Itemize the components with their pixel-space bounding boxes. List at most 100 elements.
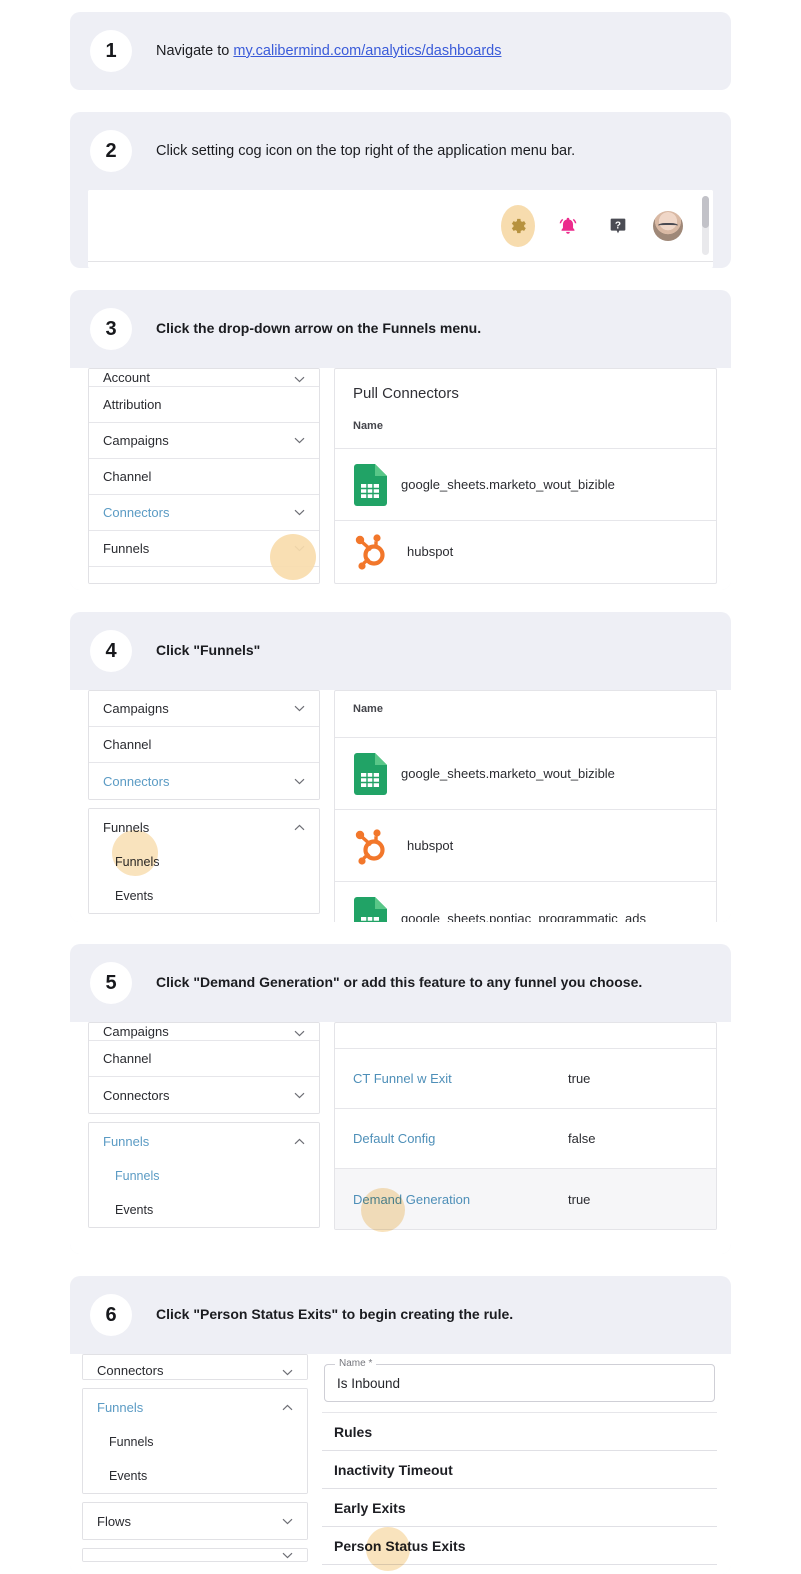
sidebar-subitem-funnels[interactable]: Funnels [89, 1159, 319, 1193]
sidebar-item-connectors[interactable]: Connectors [89, 763, 319, 799]
section-rules[interactable]: Rules [322, 1413, 717, 1451]
connector-row[interactable]: google_sheets.marketo_wout_bizible [335, 738, 716, 810]
step-4-instruction: Click "Funnels" [156, 642, 261, 659]
table-row[interactable]: Demand Generation true [335, 1169, 716, 1229]
panel-title: Pull Connectors [353, 385, 459, 402]
sidebar-item-funnels[interactable]: Funnels [89, 531, 319, 567]
name-field-label: Name * [335, 1358, 377, 1369]
sidebar-subitem-events[interactable]: Events [83, 1459, 307, 1493]
step-4-number: 4 [90, 630, 132, 672]
sidebar-subitem-funnels[interactable]: Funnels [83, 1425, 307, 1459]
sidebar-item-label: Funnels [115, 1169, 160, 1183]
chevron-down-icon [293, 507, 305, 519]
table-row[interactable]: Default Config false [335, 1109, 716, 1169]
sidebar-item-label: Account [103, 370, 150, 385]
chevron-down-icon [281, 1366, 293, 1378]
sidebar-item-label: Funnels [103, 1133, 150, 1149]
sidebar-item-label: Funnels [97, 1399, 144, 1415]
funnel-name-link[interactable]: Demand Generation [353, 1192, 568, 1207]
app-pane: Connectors Funnels Funnels Events Flows … [70, 1354, 731, 1574]
sidebar-item-label: Connectors [103, 773, 170, 789]
sidebar-item-campaigns[interactable]: Campaigns [89, 423, 319, 459]
sidebar-subitem-events[interactable]: Events [89, 1193, 319, 1227]
section-person-status-exits[interactable]: Person Status Exits [322, 1527, 717, 1565]
sidebar-item-account[interactable]: Account [89, 369, 319, 387]
section-early-exits[interactable]: Early Exits [322, 1489, 717, 1527]
settings-sidebar: Campaigns Channel Connectors Funnels Fun… [88, 1022, 320, 1230]
app-pane: Campaigns Channel Connectors Funnels Fun… [70, 690, 731, 922]
sidebar-subitem-funnels[interactable]: Funnels [89, 845, 319, 879]
pull-connectors-panel: Pull Connectors Name google_sheets.marke… [334, 368, 717, 584]
dashboards-link[interactable]: my.calibermind.com/analytics/dashboards [233, 43, 501, 59]
step-card-2: 2 Click setting cog icon on the top righ… [70, 112, 731, 268]
connector-row[interactable]: hubspot [335, 810, 716, 882]
sidebar-item-funnels[interactable]: Funnels [89, 1123, 319, 1159]
chevron-up-icon[interactable] [293, 821, 305, 833]
google-sheets-icon [353, 463, 387, 506]
chevron-down-icon[interactable] [293, 543, 305, 555]
funnel-name-link[interactable]: Default Config [353, 1131, 568, 1146]
user-avatar-button[interactable] [651, 209, 685, 243]
sidebar-item-campaigns[interactable]: Campaigns [89, 1023, 319, 1041]
connector-row[interactable]: hubspot [335, 521, 716, 581]
sidebar-item-partial[interactable] [89, 567, 319, 583]
connector-name: hubspot [407, 838, 454, 853]
step-card-5: 5 Click "Demand Generation" or add this … [70, 944, 731, 1254]
chevron-down-icon [293, 775, 305, 787]
sidebar-item-partial[interactable] [83, 1549, 307, 1561]
sidebar-item-funnels[interactable]: Funnels [83, 1389, 307, 1425]
table-row[interactable]: CT Funnel w Exit true [335, 1049, 716, 1109]
sidebar-item-attribution[interactable]: Attribution [89, 387, 319, 423]
app-menu-bar: ? [88, 190, 713, 262]
step-2-header: 2 Click setting cog icon on the top righ… [70, 112, 731, 190]
funnel-value: false [568, 1131, 596, 1146]
toolbar-icons: ? [501, 204, 685, 247]
sidebar-item-connectors[interactable]: Connectors [89, 495, 319, 531]
vertical-scrollbar[interactable] [702, 196, 709, 255]
sidebar-item-channel[interactable]: Channel [89, 459, 319, 495]
step-card-3: 3 Click the drop-down arrow on the Funne… [70, 290, 731, 590]
sidebar-item-channel[interactable]: Channel [89, 727, 319, 763]
funnel-name-input[interactable]: Name * Is Inbound [324, 1358, 715, 1402]
sidebar-item-funnels[interactable]: Funnels [89, 809, 319, 845]
step-1-number: 1 [90, 30, 132, 72]
chevron-down-icon [293, 703, 305, 715]
sidebar-subitem-events[interactable]: Events [89, 879, 319, 913]
step-2-number: 2 [90, 130, 132, 172]
sidebar-item-channel[interactable]: Channel [89, 1041, 319, 1077]
settings-sidebar: Account Attribution Campaigns Channel Co… [88, 368, 320, 584]
settings-sidebar: Connectors Funnels Funnels Events Flows [82, 1354, 308, 1574]
connector-name: google_sheets.marketo_wout_bizible [401, 766, 615, 781]
step-1-header: 1 Navigate to my.calibermind.com/analyti… [70, 12, 731, 90]
step-5-number: 5 [90, 962, 132, 1004]
help-button[interactable]: ? [601, 209, 635, 243]
section-inactivity-timeout[interactable]: Inactivity Timeout [322, 1451, 717, 1489]
sidebar-item-connectors[interactable]: Connectors [83, 1355, 307, 1379]
sidebar-item-flows[interactable]: Flows [83, 1503, 307, 1539]
chevron-up-icon[interactable] [281, 1401, 293, 1413]
sidebar-item-label: Campaigns [103, 433, 169, 448]
sidebar-item-label: Campaigns [103, 701, 169, 716]
step-card-1: 1 Navigate to my.calibermind.com/analyti… [70, 12, 731, 90]
form-tail-spacer [322, 1565, 717, 1574]
notifications-button[interactable] [551, 209, 585, 243]
name-field-wrap: Name * Is Inbound [322, 1354, 717, 1413]
sidebar-item-connectors[interactable]: Connectors [89, 1077, 319, 1113]
chevron-up-icon[interactable] [293, 1135, 305, 1147]
column-header-name: Name [335, 412, 716, 449]
sidebar-item-campaigns[interactable]: Campaigns [89, 691, 319, 727]
settings-cog-button[interactable] [501, 204, 535, 247]
sidebar-group-funnels: Funnels Funnels Events [88, 1122, 320, 1228]
chevron-down-icon [293, 1027, 305, 1039]
step-6-screenshot: Connectors Funnels Funnels Events Flows … [70, 1354, 731, 1574]
step-3-screenshot: Account Attribution Campaigns Channel Co… [70, 368, 731, 590]
connector-row[interactable]: google_sheets.marketo_wout_bizible [335, 449, 716, 521]
funnel-name-link[interactable]: CT Funnel w Exit [353, 1071, 568, 1086]
connector-row[interactable]: google_sheets.pontiac_programmatic_ads [335, 882, 716, 922]
step-2-instruction: Click setting cog icon on the top right … [156, 142, 576, 159]
step-by-step-guide: 1 Navigate to my.calibermind.com/analyti… [0, 0, 801, 1574]
